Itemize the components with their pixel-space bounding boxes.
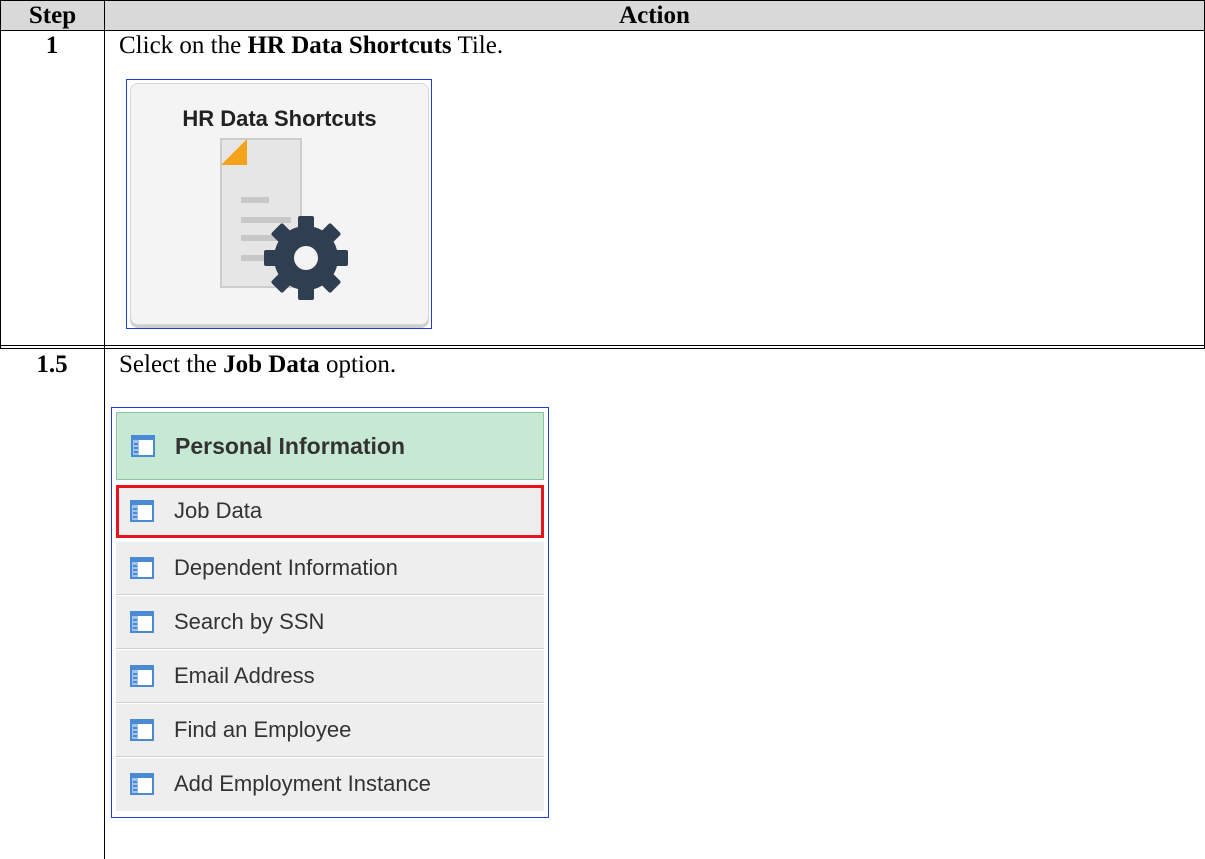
menu-item-email-address[interactable]: Email Address [116,650,544,703]
personal-information-menu: Personal Information Job Data Dependent … [111,407,549,818]
menu-header-label: Personal Information [175,433,406,459]
hr-data-shortcuts-tile[interactable]: HR Data Shortcuts [130,83,429,325]
instruction-text: Tile. [451,32,504,59]
menu-item-label: Find an Employee [174,717,352,742]
instruction-bold-text: Job Data [223,351,320,378]
instruction-text: Click on the [119,32,248,59]
step-instruction: Select the Job Data option. [119,350,396,380]
header-step: Step [28,2,77,29]
document-gear-icon [220,138,348,300]
menu-item-dependent-information[interactable]: Dependent Information [116,542,544,595]
page-icon [130,719,154,741]
instruction-bold-text: HR Data Shortcuts [247,32,452,59]
menu-item-label: Add Employment Instance [174,771,431,796]
menu-item-search-by-ssn[interactable]: Search by SSN [116,596,544,649]
menu-item-add-employment-instance[interactable]: Add Employment Instance [116,758,544,811]
page-icon [130,557,154,579]
header-action: Action [619,2,690,29]
instruction-table: Step Action 1 Click on the HR Data Short… [0,0,1205,859]
page-icon [130,773,154,795]
menu-header[interactable]: Personal Information [116,412,544,480]
instruction-text: option. [319,351,397,378]
menu-item-label: Dependent Information [174,555,398,580]
page-icon [131,435,155,457]
menu-item-find-an-employee[interactable]: Find an Employee [116,704,544,757]
menu-item-job-data[interactable]: Job Data [116,485,544,538]
hr-data-shortcuts-tile-frame: HR Data Shortcuts [126,79,432,329]
page-icon [130,611,154,633]
tile-title: HR Data Shortcuts [182,106,377,131]
instruction-text: Select the [119,351,224,378]
menu-item-label: Search by SSN [174,609,325,634]
menu-item-label: Email Address [174,663,315,688]
menu-item-label: Job Data [174,498,263,523]
step-number: 1.5 [36,351,68,378]
page-icon [130,500,154,522]
step-instruction: Click on the HR Data Shortcuts Tile. [119,31,503,61]
page-icon [130,665,154,687]
step-number: 1 [45,32,59,59]
